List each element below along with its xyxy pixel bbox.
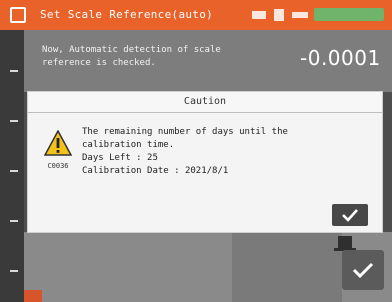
left-rail (0, 30, 24, 302)
dialog-message: The remaining number of days until the c… (82, 126, 342, 178)
info-message: Now, Automatic detection of scale refere… (42, 45, 221, 68)
probe-icon (338, 236, 352, 248)
orange-tab (24, 290, 42, 302)
window-title: Set Scale Reference(auto) (40, 8, 214, 21)
measurement-value: -0.0001 (300, 46, 381, 70)
rail-tick (10, 170, 18, 172)
ok-button[interactable] (332, 204, 368, 226)
message-line: The remaining number of days until the (82, 127, 288, 137)
info-panel: Now, Automatic detection of scale refere… (24, 30, 392, 93)
title-bar: Set Scale Reference(auto) (0, 0, 392, 30)
lower-column (232, 232, 342, 302)
status-icons (252, 7, 308, 23)
checkmark-icon (342, 209, 358, 222)
caution-dialog: Caution C0036 The remaining number of da… (28, 92, 382, 232)
rail-tick (10, 220, 18, 222)
rail-tick (10, 70, 18, 72)
app-icon (10, 7, 26, 23)
message-line: calibration time. (82, 140, 175, 150)
dialog-title: Caution (183, 96, 227, 107)
calibration-date-line: Calibration Date : 2021/8/1 (82, 166, 229, 176)
rail-tick (10, 120, 18, 122)
warning-code: C0036 (47, 162, 69, 170)
lock-icon (274, 9, 284, 21)
days-left-line: Days Left : 25 (82, 153, 158, 163)
confirm-button[interactable] (342, 250, 384, 290)
status-indicator (314, 8, 384, 21)
connection-icon (292, 12, 308, 18)
rail-tick (10, 270, 18, 272)
checkmark-icon (352, 262, 374, 278)
warning-icon (43, 129, 73, 156)
battery-icon (252, 11, 266, 19)
dialog-header: Caution (28, 92, 382, 113)
